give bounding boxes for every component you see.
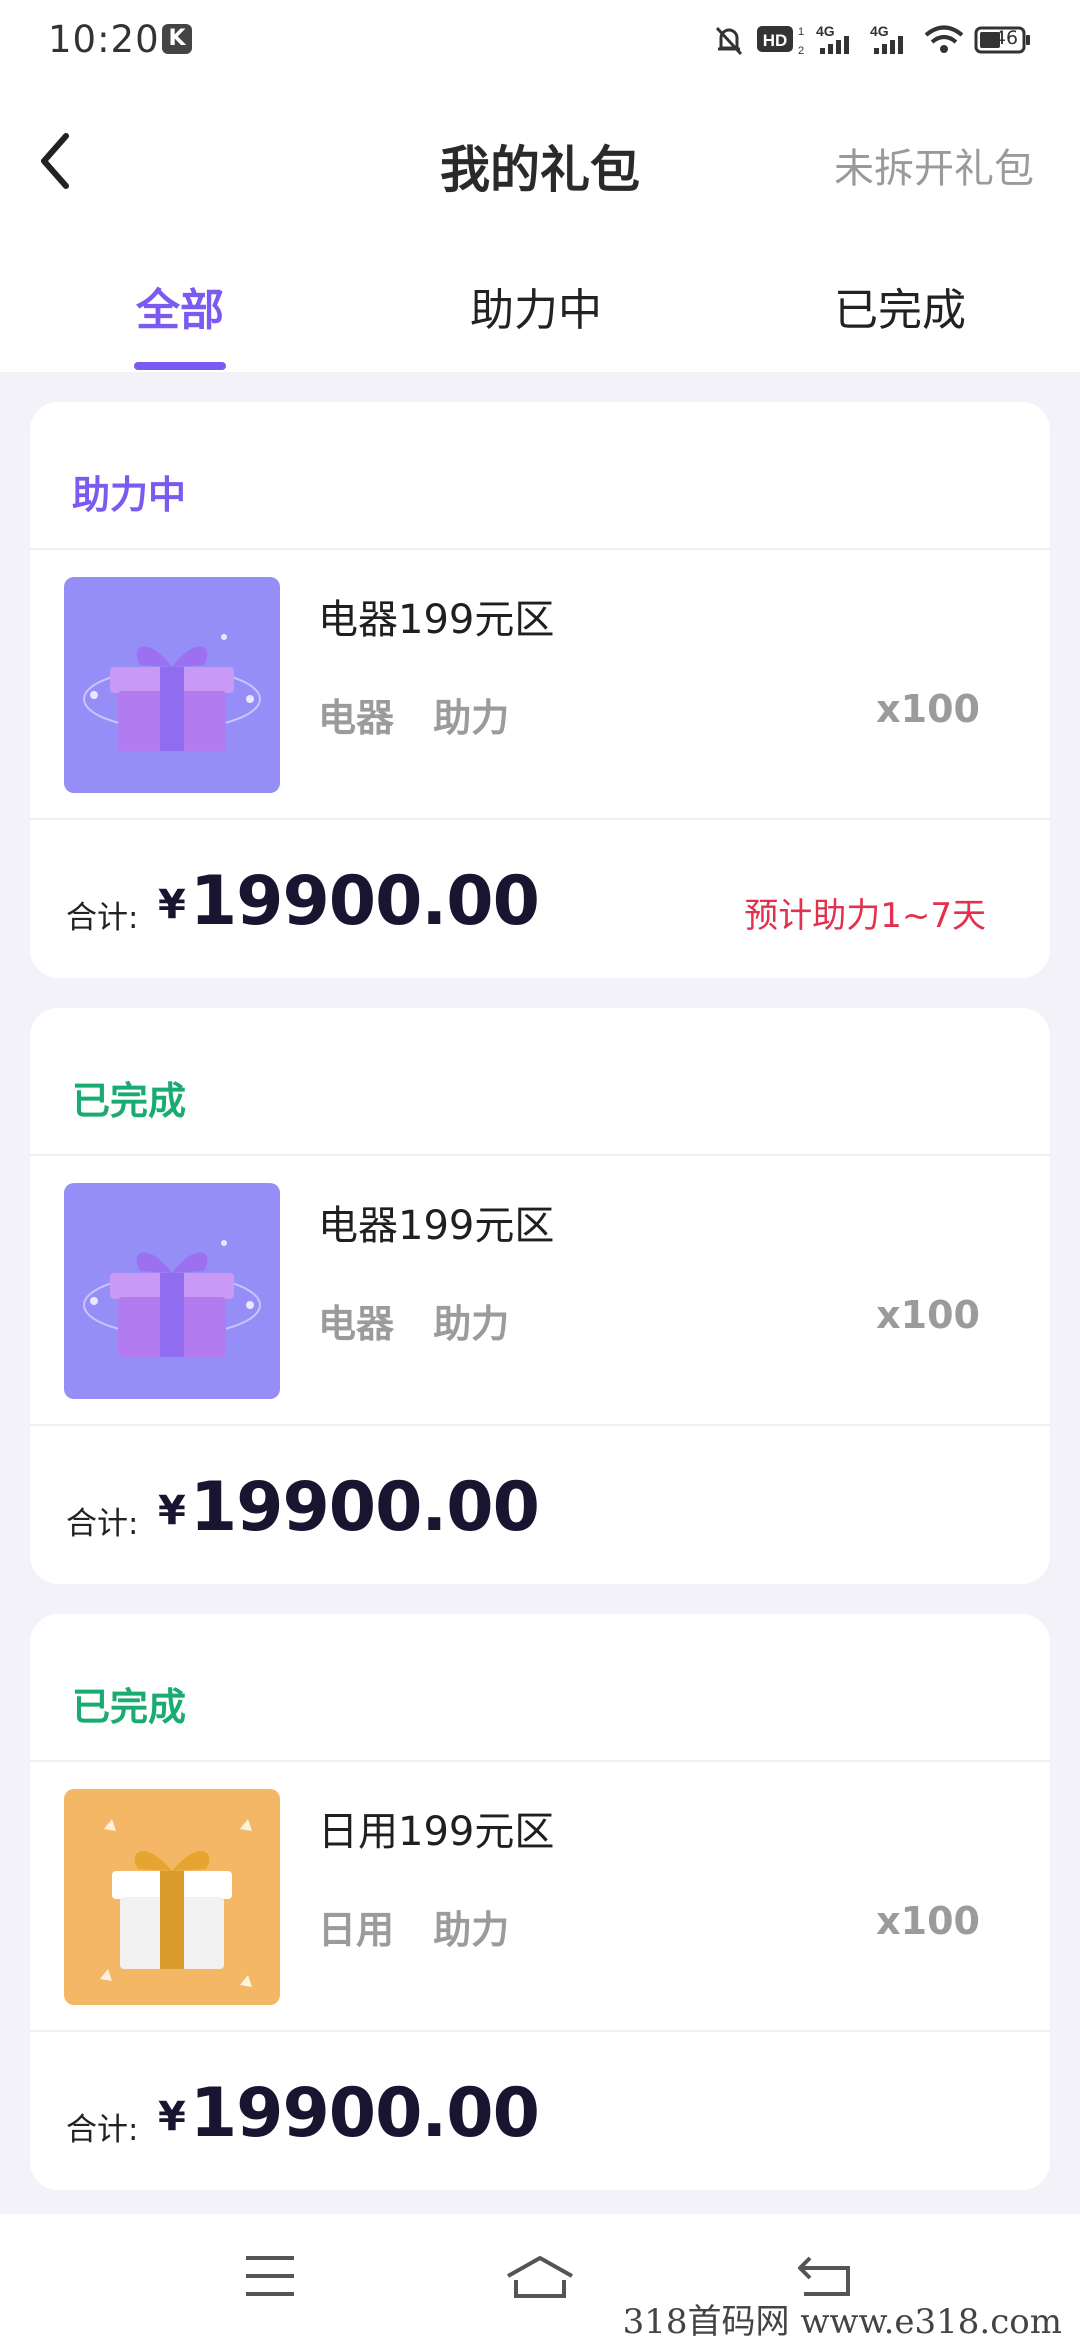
svg-text:2: 2 [798, 45, 804, 57]
tag-category: 电器 [318, 1302, 395, 1346]
tag-category: 电器 [318, 696, 395, 740]
divider [30, 1154, 1050, 1156]
divider [30, 2030, 1050, 2032]
total-label: 合计: [66, 2112, 139, 2148]
item-quantity: x100 [876, 1899, 980, 1943]
item-name: 电器199元区 [318, 597, 555, 643]
svg-text:1: 1 [798, 26, 804, 38]
currency-symbol: ¥ [158, 882, 186, 928]
header: 我的礼包 未拆开礼包 [0, 84, 1080, 234]
gold-gift-box-icon [100, 1819, 252, 1987]
total-value: 19900.00 [189, 862, 540, 941]
back-nav-icon[interactable] [796, 2254, 852, 2298]
currency-symbol: ¥ [158, 2094, 186, 2140]
item-quantity: x100 [876, 687, 980, 731]
tag-category: 日用 [318, 1908, 395, 1952]
svg-text:4G: 4G [816, 23, 835, 39]
total-value: 19900.00 [189, 2074, 540, 2153]
k-app-icon: K [162, 24, 192, 54]
divider [30, 1424, 1050, 1426]
tab-active-indicator [134, 362, 226, 370]
purple-gift-box-icon [83, 634, 261, 751]
home-icon[interactable] [504, 2254, 576, 2300]
tab-completed[interactable]: 已完成 [830, 274, 970, 338]
estimate-duration: 预计助力1~7天 [744, 896, 986, 936]
divider [30, 548, 1050, 550]
product-thumbnail[interactable] [64, 1183, 280, 1399]
item-quantity: x100 [876, 1293, 980, 1337]
item-tags: 电器 助力 [318, 1293, 535, 1348]
tag-type: 助力 [433, 1302, 510, 1346]
tag-type: 助力 [433, 696, 510, 740]
tab-all[interactable]: 全部 [130, 274, 230, 338]
svg-text:4G: 4G [870, 23, 889, 39]
order-status: 已完成 [72, 1685, 187, 1729]
divider [30, 1760, 1050, 1762]
item-tags: 日用 助力 [318, 1899, 535, 1954]
total-amount: ¥19900.00 [158, 862, 540, 941]
hd-icon: HD 1 2 [757, 26, 804, 57]
battery-icon: 46 [974, 22, 1032, 58]
total-label: 合计: [66, 1506, 139, 1542]
item-name: 日用199元区 [318, 1809, 555, 1855]
order-status: 助力中 [72, 473, 187, 517]
purple-gift-box-icon [83, 1240, 261, 1357]
total-value: 19900.00 [189, 1468, 540, 1547]
divider [30, 818, 1050, 820]
product-thumbnail[interactable] [64, 577, 280, 793]
currency-symbol: ¥ [158, 1488, 186, 1534]
svg-text:HD: HD [763, 31, 788, 50]
order-card[interactable]: 已完成 电器199元区 电器 助力 x100 合计: ¥19900.00 [30, 1008, 1050, 1584]
order-card[interactable]: 助力中 电器199元区 电器 助力 x100 合计: ¥19900.00 预计助… [30, 402, 1050, 978]
status-icons: HD 1 2 4G 4G 46 [712, 22, 1032, 62]
unopened-gifts-link[interactable]: 未拆开礼包 [834, 136, 1034, 194]
product-thumbnail[interactable] [64, 1789, 280, 2005]
order-status: 已完成 [72, 1079, 187, 1123]
menu-icon[interactable] [244, 2254, 296, 2298]
total-amount: ¥19900.00 [158, 2074, 540, 2153]
total-label: 合计: [66, 900, 139, 936]
signal-4g-icon: 4G [816, 23, 849, 54]
mute-notification-icon [715, 26, 743, 56]
tab-in-progress[interactable]: 助力中 [466, 274, 606, 338]
tab-bar: 全部 助力中 已完成 [0, 234, 1080, 372]
item-name: 电器199元区 [318, 1203, 555, 1249]
tag-type: 助力 [433, 1908, 510, 1952]
battery-level: 46 [993, 27, 1019, 49]
status-time: 10:20 [48, 18, 160, 61]
signal-4g-icon-2: 4G [870, 23, 903, 54]
order-card[interactable]: 已完成 日用199元区 日用 助力 x100 合计: ¥19900.00 [30, 1614, 1050, 2190]
status-bar: 10:20 K HD 1 2 4G 4G 46 [0, 0, 1080, 84]
wifi-icon [924, 25, 964, 53]
item-tags: 电器 助力 [318, 687, 535, 742]
watermark: 318首码网 www.e318.com [622, 2302, 1062, 2340]
total-amount: ¥19900.00 [158, 1468, 540, 1547]
